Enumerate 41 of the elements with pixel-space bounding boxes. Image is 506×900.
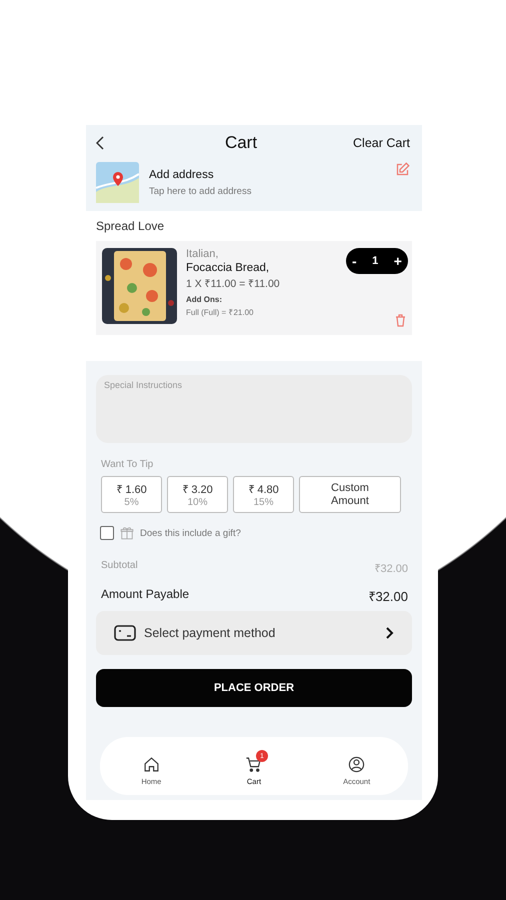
tip-percent: 5% — [124, 497, 139, 508]
section-title: Spread Love — [96, 219, 164, 233]
summary-label: Amount Payable — [101, 587, 190, 603]
address-title[interactable]: Add address — [149, 168, 385, 180]
chevron-right-icon — [386, 627, 394, 639]
tip-percent: 15% — [253, 497, 274, 508]
item-category: Italian, — [186, 248, 218, 260]
map-icon — [96, 162, 139, 203]
back-icon[interactable] — [96, 136, 105, 150]
tip-label: Want To Tip — [101, 459, 154, 470]
item-name: Focaccia Bread, — [186, 262, 270, 274]
tip-option[interactable]: ₹ 1.60 5% — [101, 476, 162, 513]
summary-label: Subtotal — [101, 560, 138, 573]
item-price: 1 X ₹11.00 = ₹11.00 — [186, 277, 280, 290]
quantity-value: 1 — [372, 255, 378, 267]
account-icon — [348, 756, 366, 773]
address-hint: Tap here to add address — [149, 186, 252, 196]
home-icon — [142, 756, 160, 773]
instructions-field[interactable]: Special Instructions — [96, 375, 412, 443]
clear-cart-button[interactable]: Clear Cart — [353, 136, 410, 150]
payment-method-button[interactable]: Select payment method — [96, 611, 412, 655]
tip-amount: ₹ 3.20 — [182, 483, 213, 496]
gift-label: Does this include a gift? — [140, 528, 241, 538]
decrease-button[interactable]: - — [352, 253, 357, 269]
gift-checkbox[interactable] — [100, 526, 114, 540]
tip-option[interactable]: ₹ 3.20 10% — [167, 476, 228, 513]
tip-amount: ₹ 4.80 — [248, 483, 279, 496]
tip-percent: 10% — [187, 497, 208, 508]
custom-tip-button[interactable]: Custom Amount — [299, 476, 401, 513]
place-order-button[interactable]: PLACE ORDER — [96, 669, 412, 707]
cart-icon — [245, 756, 262, 773]
card-icon — [114, 625, 136, 641]
addons-text: Full (Full) = ₹21.00 — [186, 307, 254, 317]
addons-label: Add Ons: — [186, 295, 222, 304]
tip-amount: ₹ 1.60 — [116, 483, 147, 496]
summary-value: ₹32.00 — [374, 562, 408, 575]
gift-icon — [120, 526, 134, 540]
summary-value: ₹32.00 — [368, 588, 408, 605]
tip-option[interactable]: ₹ 4.80 15% — [233, 476, 294, 513]
increase-button[interactable]: + — [394, 253, 402, 269]
page-title: Cart — [224, 133, 258, 153]
